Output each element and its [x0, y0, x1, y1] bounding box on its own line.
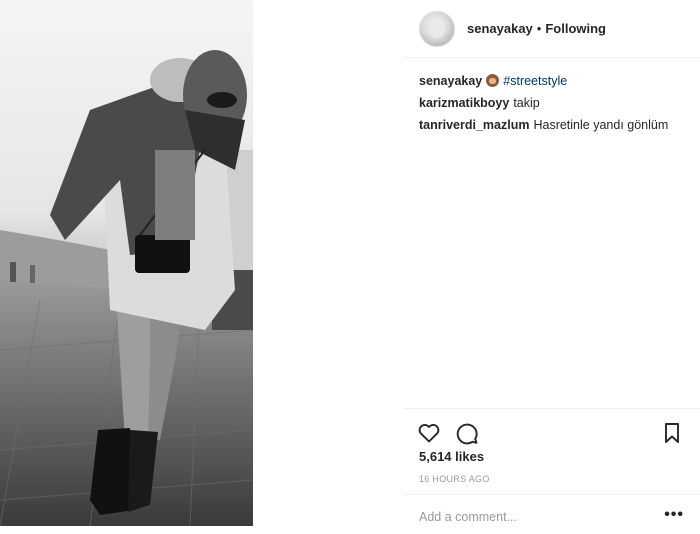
- likes-count[interactable]: 5,614 likes: [419, 449, 484, 464]
- hashtag-link[interactable]: #streetstyle: [503, 74, 567, 88]
- add-comment-bar: •••: [403, 494, 700, 534]
- avatar[interactable]: [419, 10, 455, 47]
- comments-list: senayakay #streetstyle karizmatikboyy taki…: [419, 70, 689, 136]
- heart-icon[interactable]: [417, 421, 441, 445]
- comment-username[interactable]: tanriverdi_mazlum: [419, 118, 529, 132]
- post-media: [0, 0, 403, 534]
- comment-text: Hasretinle yandı gönlüm: [533, 118, 669, 132]
- comment-item: tanriverdi_mazlum Hasretinle yandı gönlüm: [419, 114, 689, 136]
- comment-item: karizmatikboyy takip: [419, 92, 689, 114]
- comment-item: senayakay #streetstyle: [419, 70, 689, 92]
- post-photo[interactable]: [0, 0, 253, 526]
- comment-username[interactable]: senayakay: [419, 74, 482, 88]
- post-side-panel: senayakay • Following senayakay #streetst…: [403, 0, 700, 534]
- more-options-icon[interactable]: •••: [664, 506, 684, 524]
- post-actions: [403, 408, 700, 450]
- following-button[interactable]: Following: [545, 21, 606, 36]
- post-timestamp[interactable]: 16 HOURS AGO: [419, 474, 490, 484]
- comment-icon[interactable]: [455, 421, 479, 445]
- comment-username[interactable]: karizmatikboyy: [419, 96, 509, 110]
- author-username[interactable]: senayakay: [467, 21, 533, 36]
- comment-text: takip: [513, 96, 540, 110]
- bookmark-icon[interactable]: [660, 421, 684, 445]
- see-no-evil-monkey-icon: [486, 74, 500, 87]
- header-separator: •: [536, 21, 542, 36]
- post-header: senayakay • Following: [403, 0, 700, 58]
- add-comment-input[interactable]: [419, 507, 649, 527]
